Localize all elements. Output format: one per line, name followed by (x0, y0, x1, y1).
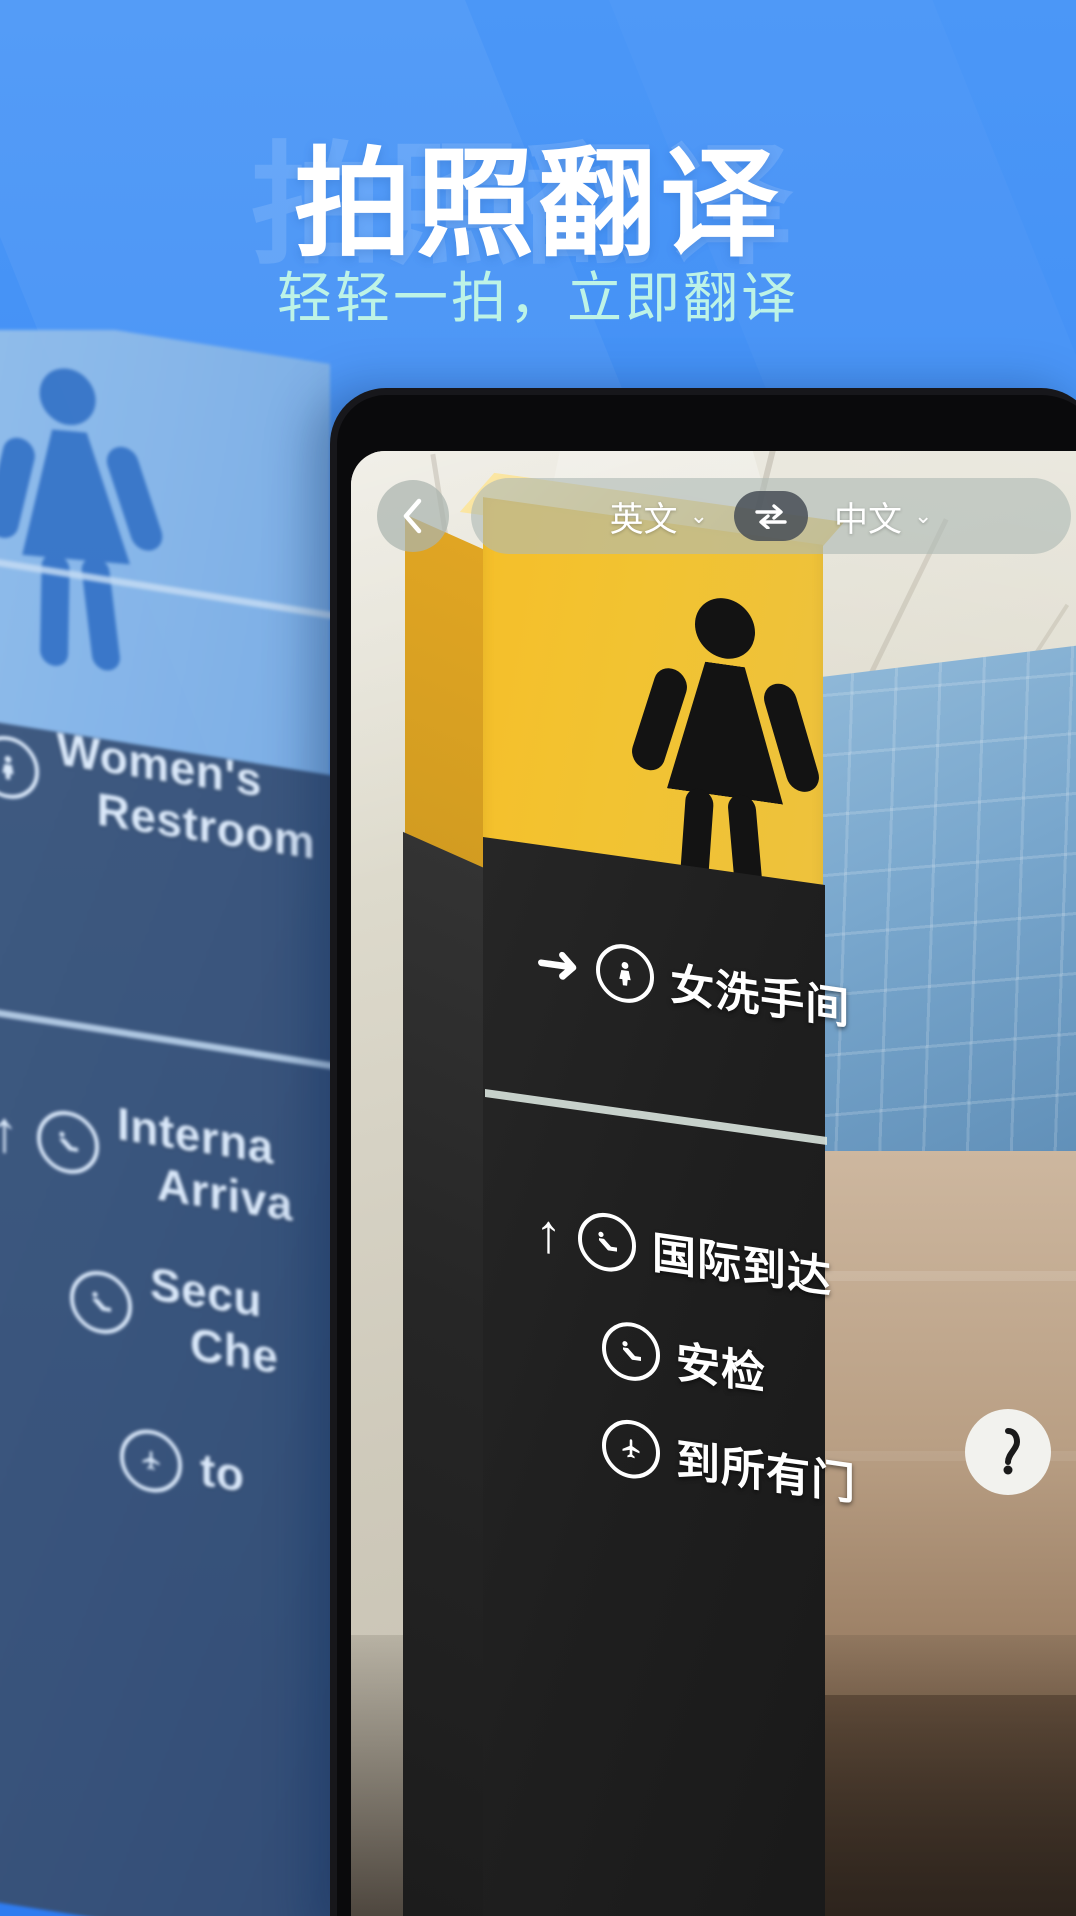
baggage-claim-icon (70, 1266, 132, 1339)
chevron-left-icon (403, 498, 422, 534)
camera-topbar: 英文 ⌄ 中文 ⌄ (351, 473, 1076, 559)
airplane-icon (602, 1416, 660, 1483)
swap-horizontal-icon (755, 504, 787, 529)
background-women-pictogram (0, 361, 178, 679)
swap-languages-button[interactable] (734, 491, 808, 541)
baggage-claim-icon (602, 1318, 660, 1385)
source-language-label: 英文 (609, 500, 678, 539)
restroom-women-icon (596, 940, 655, 1007)
chevron-down-icon: ⌄ (689, 503, 708, 528)
source-language-button[interactable]: 英文 ⌄ (610, 492, 708, 541)
camera-viewfinder[interactable]: ➜ 女洗手间 ↑ 国际到达 安检 到所有门 (351, 451, 1076, 1916)
airport-sign: ➜ 女洗手间 ↑ 国际到达 安检 到所有门 (403, 472, 869, 1916)
chevron-down-icon: ⌄ (914, 503, 933, 528)
phone-screen: ➜ 女洗手间 ↑ 国际到达 安检 到所有门 英文 ⌄ 中文 ⌄ (351, 451, 1076, 1916)
baggage-claim-icon (37, 1106, 99, 1179)
promo-screen: ➜ Women's Restroom ↑ (0, 0, 1076, 1916)
background-row-label: to (200, 1442, 245, 1502)
arrow-up-icon: ↑ (535, 1202, 562, 1266)
women-pictogram (627, 586, 824, 901)
language-selector: 英文 ⌄ 中文 ⌄ (471, 478, 1071, 554)
restroom-women-icon (0, 731, 39, 804)
back-button[interactable] (377, 480, 449, 552)
target-language-button[interactable]: 中文 ⌄ (834, 492, 932, 541)
airplane-icon (120, 1425, 182, 1497)
baggage-claim-icon (578, 1209, 636, 1276)
target-language-label: 中文 (834, 500, 902, 539)
arrow-right-icon: ➜ (535, 930, 581, 998)
sign-row-label: 安检 (676, 1337, 766, 1400)
background-row-label: Secu Che (150, 1257, 279, 1384)
wall-logo-icon (965, 1409, 1051, 1495)
phone-mockup: ➜ 女洗手间 ↑ 国际到达 安检 到所有门 英文 ⌄ 中文 ⌄ (330, 388, 1076, 1916)
arrow-up-icon: ↑ (0, 1097, 19, 1167)
page-subtitle: 轻轻一拍，立即翻译 (276, 267, 799, 329)
